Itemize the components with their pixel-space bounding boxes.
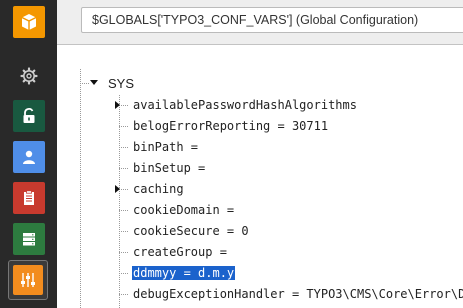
tree-guide-line: [119, 252, 128, 253]
tree-guide-line: [119, 294, 128, 295]
tree-guide-line: [119, 126, 128, 127]
tree-item[interactable]: availablePasswordHashAlgorithms: [133, 95, 357, 115]
doc-header: $GLOBALS['TYPO3_CONF_VARS'] (Global Conf…: [57, 0, 463, 45]
tree-guide-line: [80, 69, 81, 308]
tree-item[interactable]: belogErrorReporting = 30711: [133, 116, 328, 136]
tree-guide-line: [119, 231, 128, 232]
typo3-logo-icon[interactable]: [13, 6, 45, 38]
tree-item[interactable]: caching: [133, 179, 184, 199]
module-sidebar: [0, 0, 57, 308]
tree-item[interactable]: cookieDomain =: [133, 200, 234, 220]
tree-item[interactable]: createGroup =: [133, 242, 227, 262]
tree-guide-line: [119, 168, 128, 169]
tree-item[interactable]: binSetup =: [133, 158, 205, 178]
configuration-select[interactable]: $GLOBALS['TYPO3_CONF_VARS'] (Global Conf…: [81, 7, 463, 33]
collapse-icon[interactable]: [90, 80, 98, 85]
configuration-tree: SYS availablePasswordHashAlgorithms belo…: [57, 45, 463, 308]
tree-item[interactable]: debugExceptionHandler = TYPO3\CMS\Core\E…: [133, 284, 463, 304]
tree-item[interactable]: cookieSecure = 0: [133, 221, 249, 241]
tree-root-label[interactable]: SYS: [108, 74, 134, 94]
permissions-module-icon[interactable]: [13, 100, 45, 132]
search-match-highlight: ddmmyy = d.m.y: [132, 266, 236, 280]
tree-guide-line: [119, 147, 128, 148]
tree-guide-line: [119, 273, 128, 274]
tree-guide-line: [80, 83, 89, 84]
tree-guide-line: [119, 105, 128, 106]
tree-item[interactable]: binPath =: [133, 137, 198, 157]
database-module-icon[interactable]: [13, 223, 45, 255]
expand-icon[interactable]: [115, 101, 120, 109]
tree-guide-line: [119, 210, 128, 211]
configuration-module-icon[interactable]: [8, 260, 48, 300]
expand-icon[interactable]: [115, 185, 120, 193]
tree-item-highlighted[interactable]: ddmmyy = d.m.y: [132, 263, 236, 283]
settings-icon[interactable]: [13, 60, 45, 92]
tree-guide-line: [119, 189, 128, 190]
reports-module-icon[interactable]: [13, 182, 45, 214]
users-module-icon[interactable]: [13, 141, 45, 173]
